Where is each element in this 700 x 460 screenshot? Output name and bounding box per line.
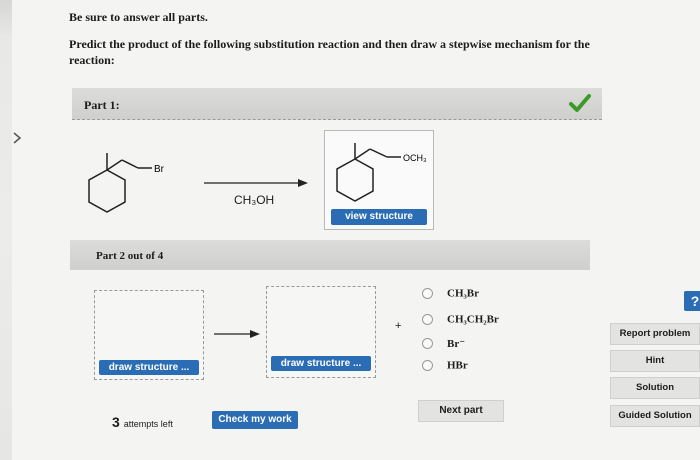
radio-button[interactable] [422, 359, 433, 371]
attempts-count: 3 [112, 414, 120, 430]
draw-structure-button-2[interactable]: draw structure ... [271, 356, 371, 371]
reaction-arrow-icon [204, 179, 308, 187]
view-structure-button[interactable]: view structure [331, 209, 427, 225]
option-label: Br⁻ [447, 338, 466, 350]
hint-button[interactable]: Hint [610, 350, 700, 372]
next-part-button[interactable]: Next part [418, 400, 504, 422]
product-structure: OCH₃ [336, 143, 427, 202]
instructions-text: Be sure to answer all parts. [69, 10, 208, 24]
reactant-structure: Br [88, 153, 165, 213]
check-my-work-button[interactable]: Check my work [212, 411, 298, 429]
option-bromide[interactable]: Br⁻ [422, 337, 465, 350]
help-icon[interactable]: ? [684, 291, 700, 311]
option-ch3br[interactable]: CH₃Br [422, 287, 479, 299]
draw-area-product[interactable]: draw structure ... [266, 286, 376, 378]
option-label: CH₃Br [447, 287, 480, 300]
draw-structure-button-1[interactable]: draw structure ... [99, 360, 199, 375]
radio-button[interactable] [422, 287, 433, 299]
page: Be sure to answer all parts. Predict the… [12, 0, 700, 460]
option-ch3ch2br[interactable]: CH₃CH₂Br [422, 313, 499, 325]
plus-sign: + [395, 320, 402, 332]
radio-button[interactable] [422, 313, 433, 325]
question-text: Predict the product of the following sub… [69, 37, 590, 67]
option-label: CH₃CH₂Br [447, 313, 499, 326]
part2-label: Part 2 out of 4 [96, 250, 164, 262]
option-hbr[interactable]: HBr [422, 359, 468, 371]
product-och3-label: OCH₃ [403, 153, 427, 163]
part1-label: Part 1: [84, 98, 120, 112]
part2-header: Part 2 out of 4 [70, 240, 590, 270]
part1-header: Part 1: [72, 88, 602, 120]
reactant-br-label: Br [154, 164, 165, 175]
reagent-label: CH₃OH [234, 193, 275, 207]
collapse-caret-icon[interactable] [12, 132, 22, 144]
mechanism-arrow-icon [214, 330, 260, 338]
product-structure-box: OCH₃ view structure [324, 130, 434, 230]
report-problem-button[interactable]: Report problem [610, 323, 700, 345]
option-label: HBr [447, 359, 468, 372]
radio-button[interactable] [422, 338, 433, 349]
checkmark-icon [569, 94, 591, 112]
attempts-text: attempts left [123, 419, 173, 429]
attempts-indicator: 3 attempts left [112, 414, 173, 430]
draw-area-reactant[interactable]: draw structure ... [94, 290, 204, 380]
guided-solution-button[interactable]: Guided Solution [610, 405, 700, 427]
solution-button[interactable]: Solution [610, 377, 700, 399]
